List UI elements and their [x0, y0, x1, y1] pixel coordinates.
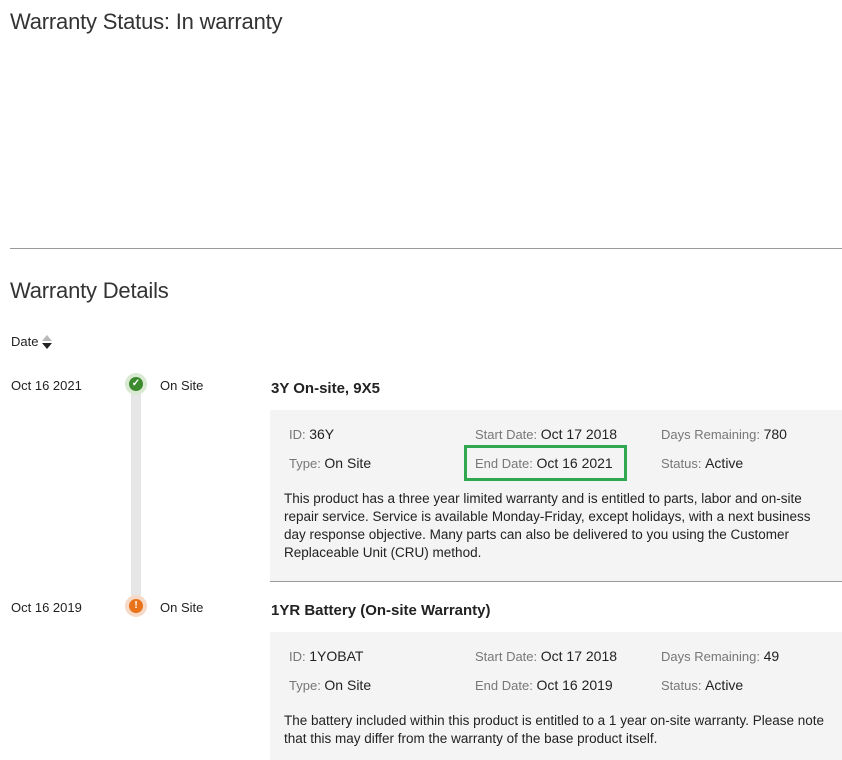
date-sort-label: Date [11, 334, 39, 349]
warranty-status-value: Active [705, 455, 744, 471]
warranty-status-field: Status: Active [661, 455, 744, 471]
sort-ascending-icon [42, 334, 53, 341]
section-divider [10, 248, 842, 249]
sort-arrows-icon[interactable] [42, 334, 53, 349]
warranty-description: This product has a three year limited wa… [284, 491, 811, 560]
date-sort-control[interactable]: Date [11, 334, 53, 349]
start-date-field: Start Date: Oct 17 2018 [475, 426, 618, 442]
warranty-entry-title: 1YR Battery (On-site Warranty) [271, 602, 491, 619]
timeline-date: Oct 16 2019 [11, 600, 82, 615]
warranty-status-value: Active [705, 677, 744, 693]
timeline-type: On Site [160, 600, 204, 615]
check-circle-icon: ✓ [125, 373, 147, 395]
days-remaining-field: Days Remaining: 49 [661, 648, 780, 664]
timeline-date: Oct 16 2021 [11, 378, 82, 393]
start-date-value: Oct 17 2018 [540, 426, 618, 442]
warranty-description: The battery included within this product… [284, 713, 825, 746]
warranty-entry-panel: ID: 1YOBAT Start Date: Oct 17 2018 Days … [270, 632, 842, 760]
end-date-field: End Date: Oct 16 2019 [475, 677, 613, 693]
days-remaining-value: 49 [763, 648, 780, 664]
warranty-status-field: Status: Active [661, 677, 744, 693]
warranty-type-field: Type: On Site [289, 455, 372, 471]
warranty-status-title: Warranty Status: In warranty [10, 9, 283, 34]
warranty-id-value: 36Y [309, 426, 335, 442]
warranty-id-field: ID: 1YOBAT [289, 648, 364, 664]
warranty-entry-title: 3Y On-site, 9X5 [271, 380, 380, 397]
warranty-id-field: ID: 36Y [289, 426, 335, 442]
start-date-value: Oct 17 2018 [540, 648, 618, 664]
start-date-field: Start Date: Oct 17 2018 [475, 648, 618, 664]
warranty-type-value: On Site [324, 677, 372, 693]
days-remaining-value: 780 [763, 426, 787, 442]
warranty-id-value: 1YOBAT [309, 648, 364, 664]
timeline-type: On Site [160, 378, 204, 393]
warranty-type-value: On Site [324, 455, 372, 471]
end-date-value: Oct 16 2019 [536, 677, 613, 693]
end-date-field: End Date: Oct 16 2021 [475, 455, 613, 471]
end-date-value: Oct 16 2021 [536, 455, 613, 471]
warranty-details-title: Warranty Details [10, 278, 169, 303]
warranty-type-field: Type: On Site [289, 677, 372, 693]
warranty-entry-panel: ID: 36Y Start Date: Oct 17 2018 Days Rem… [270, 410, 842, 582]
sort-descending-icon [42, 342, 53, 349]
timeline-track [131, 384, 141, 608]
exclamation-circle-icon: ! [125, 595, 147, 617]
days-remaining-field: Days Remaining: 780 [661, 426, 787, 442]
